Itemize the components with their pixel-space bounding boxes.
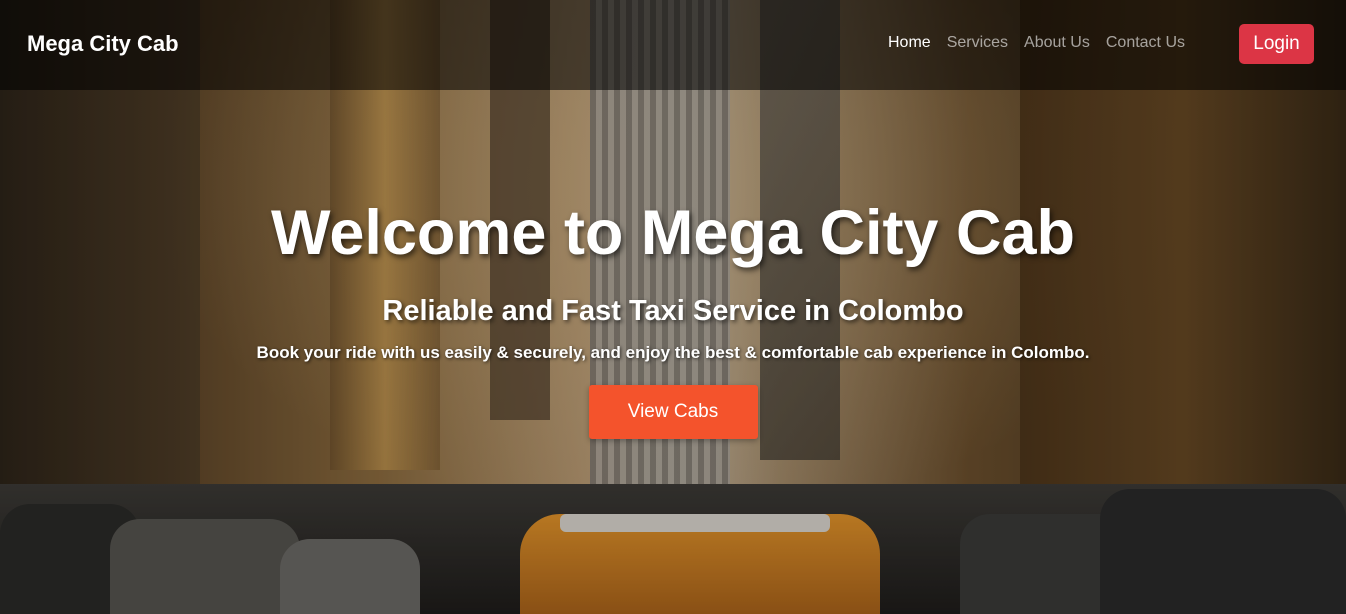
login-button[interactable]: Login (1239, 24, 1314, 64)
view-cabs-button[interactable]: View Cabs (588, 385, 758, 439)
nav-link-home[interactable]: Home (888, 34, 931, 52)
view-cabs-label: View Cabs (627, 401, 719, 422)
hero-title: Welcome to Mega City Cab (271, 198, 1075, 268)
nav-link-contact-us[interactable]: Contact Us (1106, 34, 1185, 52)
nav-link-about-us[interactable]: About Us (1024, 34, 1090, 52)
hero-description: Book your ride with us easily & securely… (256, 343, 1090, 362)
navbar: Mega City Cab Home Services About Us Con… (0, 0, 1346, 90)
brand-logo[interactable]: Mega City Cab (27, 31, 179, 57)
hero-subtitle: Reliable and Fast Taxi Service in Colomb… (382, 295, 964, 327)
hero-section: Welcome to Mega City Cab Reliable and Fa… (0, 195, 1346, 439)
nav-link-services[interactable]: Services (947, 34, 1008, 52)
nav-links: Home Services About Us Contact Us (888, 34, 1185, 52)
